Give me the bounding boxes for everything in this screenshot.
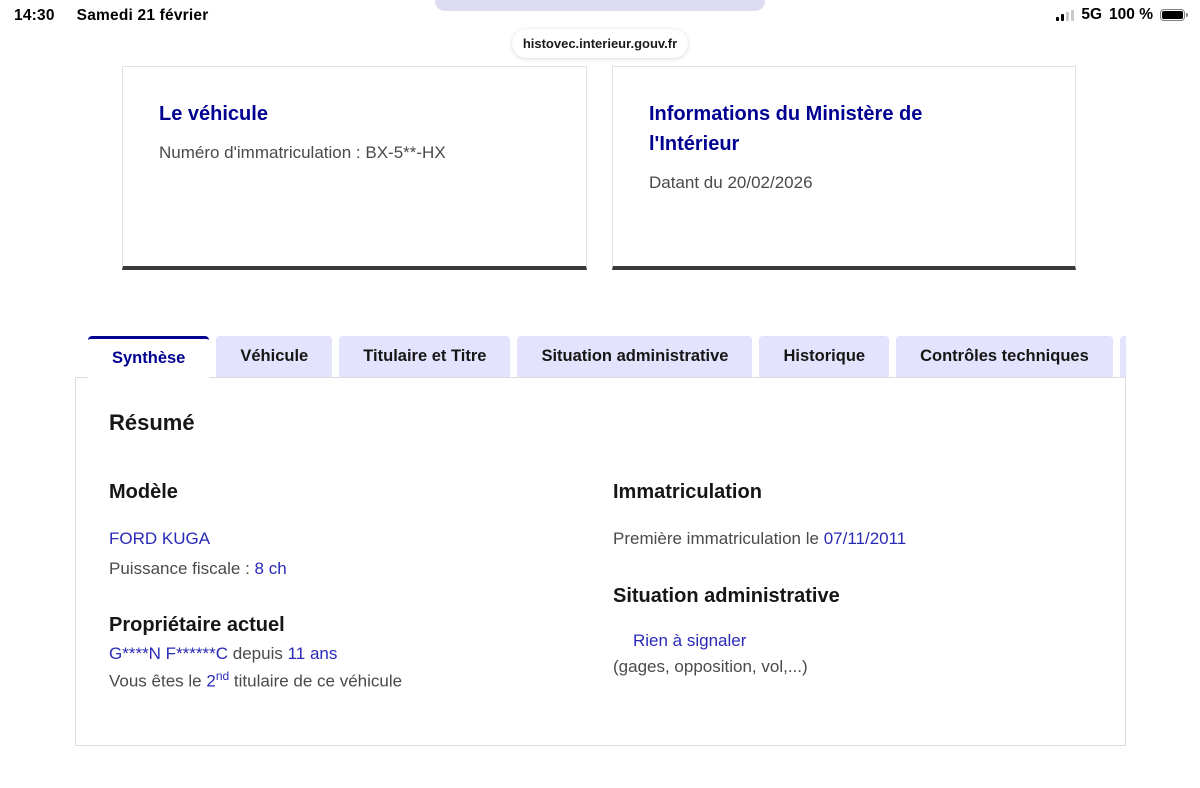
tab-vehicule[interactable]: Véhicule xyxy=(216,336,333,377)
vehicle-card-title: Le véhicule xyxy=(159,103,268,125)
registration-heading: Immatriculation xyxy=(613,481,762,503)
holder-rank-ordinal: nd xyxy=(215,669,230,683)
tab-historique[interactable]: Historique xyxy=(759,336,890,377)
battery-percent-label: 100 % xyxy=(1109,6,1153,23)
tab-situation-administrative[interactable]: Situation administrative xyxy=(517,336,753,377)
synthesis-panel: Résumé Modèle FORD KUGA Puissance fiscal… xyxy=(75,377,1126,746)
battery-level xyxy=(1162,11,1183,19)
administrative-situation-heading: Situation administrative xyxy=(613,585,840,607)
first-registration-line: Première immatriculation le 07/11/2011 xyxy=(613,529,906,549)
status-date: Samedi 21 février xyxy=(76,7,209,24)
battery-nub xyxy=(1186,13,1188,17)
tab-kilometrage[interactable]: Kilométrage xyxy=(1119,336,1126,377)
holder-rank-number: 2 xyxy=(206,671,216,691)
vehicle-card-registration-number: Numéro d'immatriculation : BX-5**-HX xyxy=(159,143,446,162)
tab-controles-techniques[interactable]: Contrôles techniques xyxy=(896,336,1113,377)
signal-bar xyxy=(1056,16,1060,21)
network-type-label: 5G xyxy=(1081,6,1103,23)
fiscal-power-label: Puissance fiscale : xyxy=(109,559,255,578)
battery-shell xyxy=(1160,9,1185,21)
panel-title: Résumé xyxy=(109,410,195,435)
model-name-value: FORD KUGA xyxy=(109,529,211,548)
vehicle-card: Le véhicule Numéro d'immatriculation : B… xyxy=(122,66,587,270)
signal-bar xyxy=(1066,11,1070,21)
tab-titulaire-et-titre[interactable]: Titulaire et Titre xyxy=(339,336,511,377)
holder-rank-line: Vous êtes le 2nd titulaire de ce véhicul… xyxy=(109,669,402,692)
holder-suffix: titulaire de ce véhicule xyxy=(229,671,403,691)
owner-masked-name: G****N F******C xyxy=(109,644,229,663)
ministry-info-card-title: Informations du Ministère de l'Intérieur xyxy=(649,103,923,155)
signal-strength-icon xyxy=(1056,9,1075,21)
fiscal-power-value: 8 ch xyxy=(254,559,287,578)
holder-prefix: Vous êtes le xyxy=(109,671,207,691)
first-registration-date: 07/11/2011 xyxy=(823,529,907,548)
model-heading: Modèle xyxy=(109,481,178,503)
owner-since-value: 11 ans xyxy=(287,644,338,663)
current-owner-heading: Propriétaire actuel xyxy=(109,614,285,636)
address-bar-url: histovec.interieur.gouv.fr xyxy=(522,36,678,51)
signal-bar xyxy=(1071,9,1075,21)
owner-since-label: depuis xyxy=(228,644,288,663)
status-bar-left: 14:30 Samedi 21 février xyxy=(14,7,208,25)
situation-note: (gages, opposition, vol,...) xyxy=(613,657,808,676)
first-registration-label: Première immatriculation le xyxy=(613,529,824,548)
browser-toolbar-remnant xyxy=(435,0,765,11)
tab-synthese[interactable]: Synthèse xyxy=(88,336,210,378)
section-tab-bar: Synthèse Véhicule Titulaire et Titre Sit… xyxy=(75,336,1126,378)
situation-status-value: Rien à signaler xyxy=(633,631,747,650)
fiscal-power-line: Puissance fiscale : 8 ch xyxy=(109,559,287,579)
clock: 14:30 xyxy=(14,7,55,24)
battery-icon xyxy=(1160,9,1188,21)
ministry-info-card: Informations du Ministère de l'Intérieur… xyxy=(612,66,1076,270)
screen: { "status_bar": { "time": "14:30", "date… xyxy=(0,0,1200,788)
status-bar-right: 5G 100 % xyxy=(1056,6,1188,24)
owner-line: G****N F******C depuis 11 ans xyxy=(109,644,337,664)
ministry-info-card-date: Datant du 20/02/2026 xyxy=(649,173,813,192)
signal-bar xyxy=(1061,13,1065,21)
address-bar-pill[interactable]: histovec.interieur.gouv.fr xyxy=(512,29,688,58)
